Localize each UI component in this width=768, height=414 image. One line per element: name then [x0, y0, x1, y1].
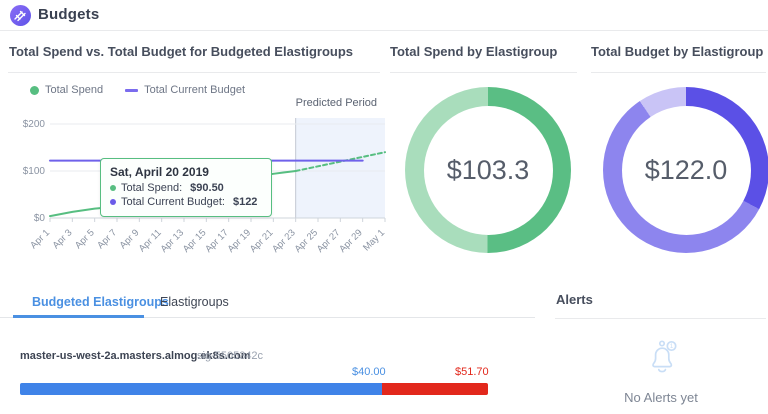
spend-chart-title: Total Spend vs. Total Budget for Budgete…: [9, 44, 353, 59]
budget-amount-label: $40.00: [352, 366, 386, 378]
donut-hole: $103.3: [424, 106, 553, 235]
legend-line-icon: [125, 89, 138, 92]
x-tick-label: Apr 21: [248, 227, 276, 255]
x-tick-label: Apr 17: [203, 227, 231, 255]
svg-text:1: 1: [670, 343, 674, 350]
x-tick-label: Apr 7: [95, 227, 119, 251]
active-tab-underline: [13, 315, 144, 318]
predicted-period-label: Predicted Period: [296, 97, 377, 109]
donut-hole: $122.0: [622, 106, 751, 235]
x-tick-label: Apr 1: [28, 227, 52, 251]
spotinst-logo-icon: [10, 5, 31, 26]
budget-progress-bar: [20, 383, 488, 395]
x-tick-label: Apr 25: [293, 227, 321, 255]
x-tick-label: Apr 11: [137, 227, 164, 254]
tooltip-row: Total Spend:$90.50: [110, 181, 262, 195]
budget-donut-title: Total Budget by Elastigroup: [591, 44, 763, 59]
spend-chart-divider: [8, 72, 380, 73]
y-tick-label: $200: [23, 119, 46, 130]
total-budget-donut-chart[interactable]: $122.0: [603, 87, 768, 253]
x-tick-label: Apr 15: [181, 227, 209, 255]
page-header: Budgets: [0, 0, 768, 31]
x-tick-label: Apr 13: [159, 227, 187, 255]
tab-elastigroups[interactable]: Elastigroups: [160, 295, 229, 309]
alerts-title: Alerts: [556, 292, 593, 307]
spend-donut-divider: [390, 72, 577, 73]
x-tick-label: Apr 19: [226, 227, 254, 255]
no-alerts-text: No Alerts yet: [555, 390, 767, 405]
x-tick-label: Apr 29: [337, 227, 365, 255]
x-tick-label: Apr 3: [51, 227, 75, 251]
total-spend-value: $103.3: [447, 155, 530, 186]
budget-bar-segment: [20, 383, 382, 395]
alerts-divider: [555, 318, 766, 319]
y-tick-label: $100: [23, 166, 46, 177]
legend-dot-icon: [30, 86, 39, 95]
legend-item[interactable]: Total Current Budget: [125, 84, 245, 96]
spend-donut-title: Total Spend by Elastigroup: [390, 44, 557, 59]
chart-tooltip: Sat, April 20 2019 Total Spend:$90.50Tot…: [100, 158, 272, 217]
x-tick-label: Apr 27: [315, 227, 343, 255]
legend-item[interactable]: Total Spend: [30, 84, 103, 96]
page-title: Budgets: [38, 6, 99, 23]
legend-label: Total Current Budget: [144, 84, 245, 96]
tooltip-bullet-icon: [110, 185, 116, 191]
x-tick-label: Apr 23: [270, 227, 298, 255]
tab-budgeted-elastigroups[interactable]: Budgeted Elastigroups: [32, 295, 169, 309]
tooltip-row: Total Current Budget:$122: [110, 195, 262, 209]
total-budget-value: $122.0: [645, 155, 728, 186]
elastigroups-tabs: Budgeted ElastigroupsElastigroups: [0, 291, 535, 318]
budget-donut-divider: [591, 72, 766, 73]
tooltip-bullet-icon: [110, 199, 116, 205]
x-tick-label: Apr 5: [73, 227, 97, 251]
tooltip-date: Sat, April 20 2019: [110, 165, 262, 179]
total-spend-donut-chart[interactable]: $103.3: [405, 87, 571, 253]
x-tick-label: May 1: [361, 227, 387, 253]
budgets-page: Budgets Total Spend vs. Total Budget for…: [0, 0, 768, 414]
overspend-bar-segment: [382, 383, 488, 395]
bell-icon: 1: [640, 334, 688, 382]
overspend-amount-label: $51.70: [455, 366, 489, 378]
elastigroup-sig-id: sig-5505342c: [197, 350, 263, 362]
legend-label: Total Spend: [45, 84, 103, 96]
chart-legend: Total Spend Total Current Budget: [30, 84, 245, 96]
y-tick-label: $0: [34, 213, 46, 224]
